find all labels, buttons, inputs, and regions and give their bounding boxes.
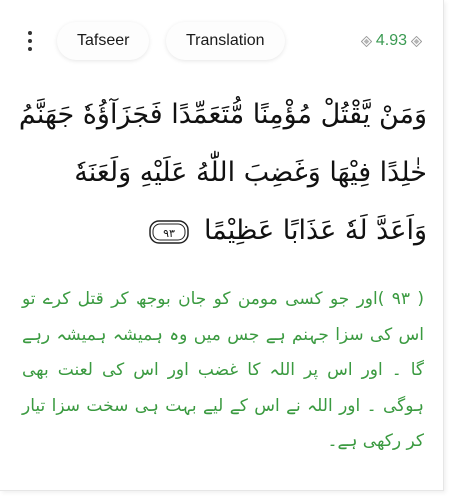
urdu-translation: ( ۹۳ )اور جو کسی مومن کو جان بوجھ کر قتل… [22,289,424,451]
more-vertical-icon[interactable] [20,26,40,56]
verse-number-badge: 4.93 [360,30,422,52]
tab-translation[interactable]: Translation [166,22,285,60]
arabic-verse: وَمَنْ يَّقْتُلْ مُؤْمِنًا مُّتَعَمِّدًا… [15,86,427,260]
diamond-right-icon [411,35,422,47]
arabic-verse-text: وَمَنْ يَّقْتُلْ مُؤْمِنًا مُّتَعَمِّدًا… [18,99,427,246]
tab-tafseer[interactable]: Tafseer [57,22,150,60]
ayah-end-marker-icon: ٩٣ [149,219,190,244]
ayah-marker-number: ٩٣ [163,227,175,240]
verse-number: 4.93 [375,32,407,49]
verse-toolbar: Tafseer Translation 4.93 [0,0,444,84]
verse-card: Tafseer Translation 4.93 وَمَنْ يَّقْتُل… [0,0,444,491]
diamond-left-icon [360,35,372,47]
